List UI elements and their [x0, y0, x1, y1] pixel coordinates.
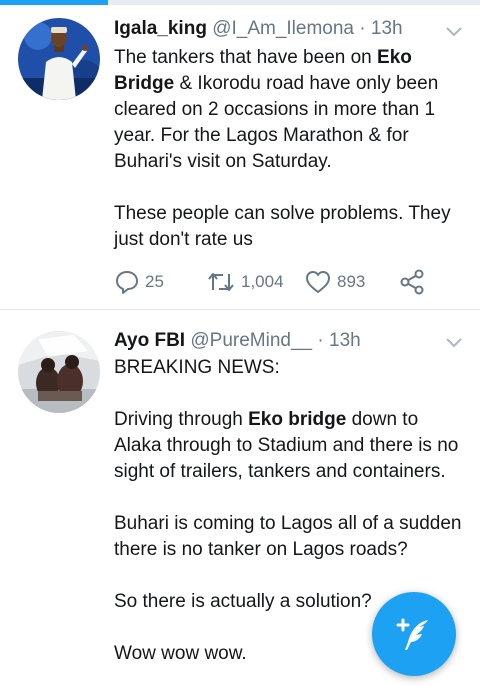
reply-icon: [116, 271, 138, 294]
tweet-paragraph: The tankers that have been on Eko Bridge…: [114, 45, 466, 175]
avatar[interactable]: [18, 331, 100, 413]
tweet-header: Igala_king @I_Am_Ilemona · 13h: [114, 17, 440, 41]
tweet-paragraph: These people can solve problems. They ju…: [114, 203, 451, 250]
like-count: 893: [337, 272, 366, 291]
text-run: The tankers that have been on: [114, 47, 378, 68]
like-button[interactable]: 893: [304, 267, 365, 297]
chevron-down-icon[interactable]: [444, 333, 464, 353]
separator-dot: ·: [317, 330, 324, 351]
separator-dot: ·: [359, 18, 366, 39]
tweet-header: Ayo FBI @PureMind__ · 13h: [114, 329, 440, 353]
share-icon: [400, 269, 424, 295]
compose-tweet-icon: [396, 618, 428, 650]
avatar-image: [18, 18, 100, 100]
display-name[interactable]: Igala_king: [114, 18, 207, 39]
share-button[interactable]: [398, 267, 426, 297]
tweet[interactable]: Igala_king @I_Am_Ilemona · 13h The tanke…: [0, 5, 480, 310]
tweet-paragraph: Buhari is coming to Lagos all of a sudde…: [114, 513, 462, 560]
display-name[interactable]: Ayo FBI: [114, 330, 185, 351]
avatar-image: [18, 331, 100, 413]
tweet-paragraph: Driving through Eko bridge down to Alaka…: [114, 407, 466, 485]
compose-tweet-button[interactable]: [372, 592, 456, 676]
avatar[interactable]: [18, 18, 100, 100]
reply-button[interactable]: 25: [114, 267, 164, 297]
text-run: Driving through: [114, 409, 249, 430]
retweet-button[interactable]: 1,004: [206, 267, 284, 297]
user-handle[interactable]: @I_Am_Ilemona: [212, 18, 354, 39]
user-handle[interactable]: @PureMind__: [190, 330, 312, 351]
retweet-count: 1,004: [241, 272, 284, 291]
tweet-text: The tankers that have been on Eko Bridge…: [114, 45, 466, 253]
tweet-paragraph: BREAKING NEWS:: [114, 357, 280, 378]
tweet-timestamp[interactable]: 13h: [371, 18, 403, 39]
heart-icon: [306, 271, 330, 293]
tweet-actions: 25 1,004 893: [114, 267, 434, 297]
bold-text-run: Eko bridge: [248, 409, 347, 430]
reply-count: 25: [145, 272, 164, 291]
tweet-timestamp[interactable]: 13h: [329, 330, 361, 351]
chevron-down-icon[interactable]: [444, 22, 464, 42]
retweet-icon: [208, 273, 234, 291]
